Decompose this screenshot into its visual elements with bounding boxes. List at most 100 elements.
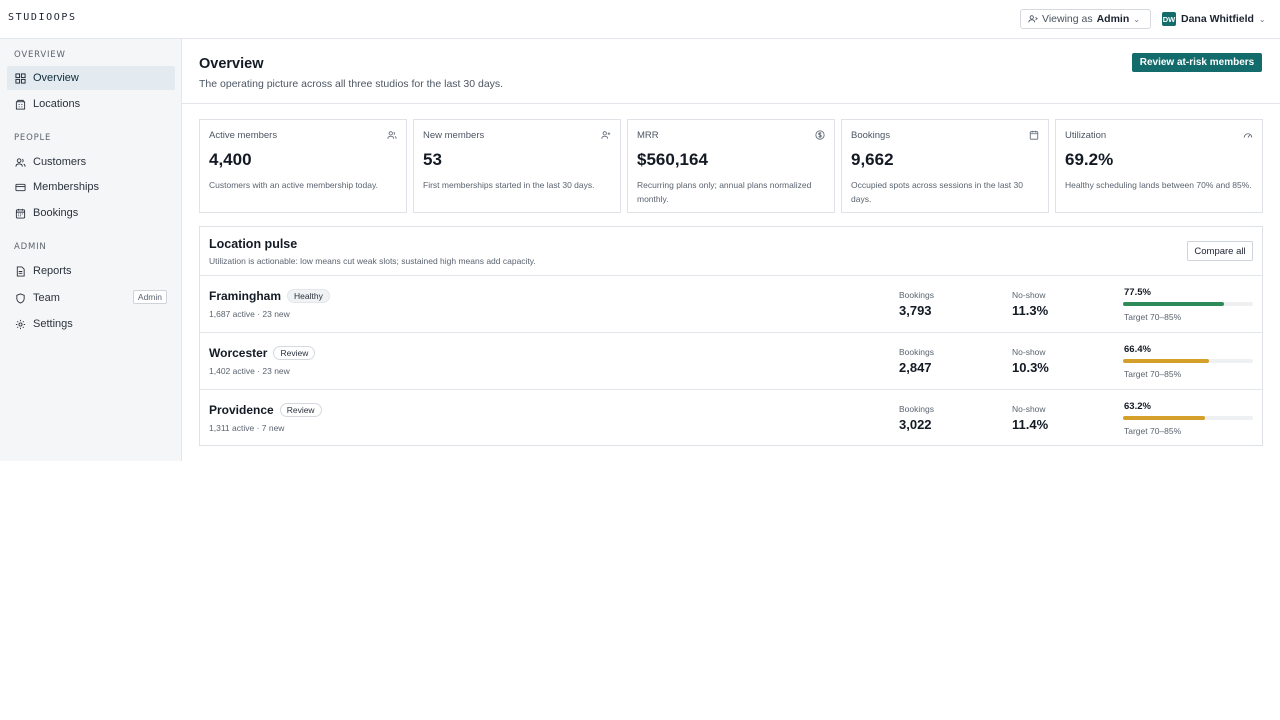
kpi-description: Occupied spots across sessions in the la… <box>851 180 1023 204</box>
utilization-value: 63.2% <box>1124 401 1151 412</box>
location-name: Worcester Review <box>209 346 316 360</box>
sidebar-section-people: PEOPLE <box>14 133 52 143</box>
sidebar-section-admin: ADMIN <box>14 242 47 252</box>
bookings-label: Bookings <box>899 404 934 414</box>
kpi-label: Utilization <box>1065 130 1107 141</box>
sidebar-item-label: Settings <box>33 318 73 330</box>
kpi-value: 69.2% <box>1065 150 1114 169</box>
admin-badge: Admin <box>132 290 167 304</box>
calendar-icon <box>15 208 26 219</box>
sidebar-item-settings[interactable]: Settings <box>7 312 175 336</box>
location-pulse-panel: Location pulse Utilization is actionable… <box>199 226 1263 446</box>
utilization-bar <box>1123 416 1253 420</box>
bookings-value: 3,022 <box>899 417 932 432</box>
brand-logo[interactable]: STUDIOOPS <box>8 12 77 23</box>
utilization-value: 66.4% <box>1124 344 1151 355</box>
location-name: Framingham Healthy <box>209 289 330 303</box>
kpi-description: Recurring plans only; annual plans norma… <box>637 180 812 204</box>
sidebar-item-label: Locations <box>33 98 81 110</box>
header-divider <box>182 103 1280 104</box>
top-bar: STUDIOOPS Viewing as Admin ⌄ DW Dana Whi… <box>0 0 1280 39</box>
viewing-prefix: Viewing as <box>1042 13 1093 25</box>
location-name-text: Providence <box>209 403 274 417</box>
status-badge: Healthy <box>287 289 330 303</box>
utilization-target: Target 70–85% <box>1124 369 1182 379</box>
sidebar-item-reports[interactable]: Reports <box>7 259 175 283</box>
grid-icon <box>15 72 26 84</box>
utilization-target: Target 70–85% <box>1124 426 1182 436</box>
viewing-role: Admin <box>1096 13 1130 25</box>
sidebar: OVERVIEW Overview Locations PEOPLE Custo… <box>0 39 182 461</box>
kpi-card-mrr: MRR $560,164 Recurring plans only; annua… <box>627 119 835 213</box>
location-row-worcester[interactable]: Worcester Review 1,402 active · 23 new Book… <box>200 332 1262 389</box>
kpi-card-new-members: New members 53 First memberships started… <box>413 119 621 213</box>
utilization-bar-fill <box>1123 416 1206 420</box>
sidebar-item-locations[interactable]: Locations <box>7 92 175 116</box>
review-at-risk-button[interactable]: Review at-risk members <box>1132 53 1262 72</box>
sidebar-item-memberships[interactable]: Memberships <box>7 175 175 199</box>
location-name-text: Framingham <box>209 289 282 303</box>
location-meta: 1,687 active · 23 new <box>209 309 290 319</box>
kpi-label: New members <box>423 130 485 141</box>
viewing-as-switcher[interactable]: Viewing as Admin ⌄ <box>1020 9 1151 29</box>
kpi-card-bookings: Bookings 9,662 Occupied spots across ses… <box>841 119 1049 213</box>
sidebar-item-overview[interactable]: Overview <box>7 66 175 90</box>
pulse-title: Location pulse <box>209 237 298 251</box>
location-row-providence[interactable]: Providence Review 1,311 active · 7 new Book… <box>200 389 1262 446</box>
utilization-bar <box>1123 302 1253 306</box>
kpi-label: Bookings <box>851 130 891 141</box>
document-icon <box>16 265 25 277</box>
user-name: Dana Whitfield <box>1181 13 1254 25</box>
location-name: Providence Review <box>209 403 322 417</box>
kpi-description: Healthy scheduling lands between 70% and… <box>1065 180 1252 190</box>
sidebar-item-label: Customers <box>33 156 87 168</box>
location-name-text: Worcester <box>209 346 268 360</box>
user-switch-icon <box>1028 15 1038 23</box>
noshow-label: No-show <box>1012 347 1046 357</box>
users-icon <box>387 131 397 139</box>
sidebar-item-bookings[interactable]: Bookings <box>7 201 175 225</box>
gear-icon <box>15 319 26 329</box>
noshow-label: No-show <box>1012 290 1046 300</box>
pulse-subtitle: Utilization is actionable: low means cut… <box>209 256 536 266</box>
noshow-value: 10.3% <box>1012 360 1049 375</box>
kpi-label: MRR <box>637 130 659 141</box>
status-badge: Review <box>279 403 322 417</box>
status-badge: Review <box>273 346 316 360</box>
user-menu[interactable]: DW Dana Whitfield ⌄ <box>1162 10 1266 28</box>
sidebar-item-label: Reports <box>33 265 72 277</box>
kpi-description: Customers with an active membership toda… <box>209 180 378 190</box>
kpi-value: $560,164 <box>637 150 708 169</box>
kpi-description: First memberships started in the last 30… <box>423 180 595 190</box>
kpi-value: 9,662 <box>851 150 894 169</box>
location-meta: 1,311 active · 7 new <box>209 423 285 433</box>
bookings-label: Bookings <box>899 347 934 357</box>
noshow-value: 11.4% <box>1012 417 1049 432</box>
utilization-bar-fill <box>1123 359 1210 363</box>
noshow-value: 11.3% <box>1012 303 1049 318</box>
building-icon <box>15 99 26 110</box>
page-subtitle: The operating picture across all three s… <box>199 78 504 90</box>
sidebar-item-label: Bookings <box>33 207 79 219</box>
kpi-card-utilization: Utilization 69.2% Healthy scheduling lan… <box>1055 119 1263 213</box>
kpi-card-active-members: Active members 4,400 Customers with an a… <box>199 119 407 213</box>
calendar-icon <box>1029 130 1039 140</box>
sidebar-item-customers[interactable]: Customers <box>7 150 175 174</box>
chevron-down-icon: ⌄ <box>1133 14 1140 24</box>
sidebar-item-team[interactable]: Team Admin <box>7 286 175 310</box>
sidebar-item-label: Overview <box>33 72 79 84</box>
noshow-label: No-show <box>1012 404 1046 414</box>
sidebar-item-label: Team <box>33 292 60 304</box>
location-row-framingham[interactable]: Framingham Healthy 1,687 active · 23 new Bo… <box>200 275 1262 332</box>
avatar: DW <box>1162 12 1176 26</box>
utilization-value: 77.5% <box>1124 287 1151 298</box>
gauge-icon <box>1243 133 1253 138</box>
shield-icon <box>16 292 25 304</box>
sidebar-item-label: Memberships <box>33 181 100 193</box>
dollar-icon <box>815 130 825 140</box>
compare-all-button[interactable]: Compare all <box>1187 241 1253 261</box>
chevron-down-icon: ⌄ <box>1258 14 1266 24</box>
kpi-value: 4,400 <box>209 150 252 169</box>
kpi-label: Active members <box>209 130 278 141</box>
utilization-bar-fill <box>1123 302 1224 306</box>
